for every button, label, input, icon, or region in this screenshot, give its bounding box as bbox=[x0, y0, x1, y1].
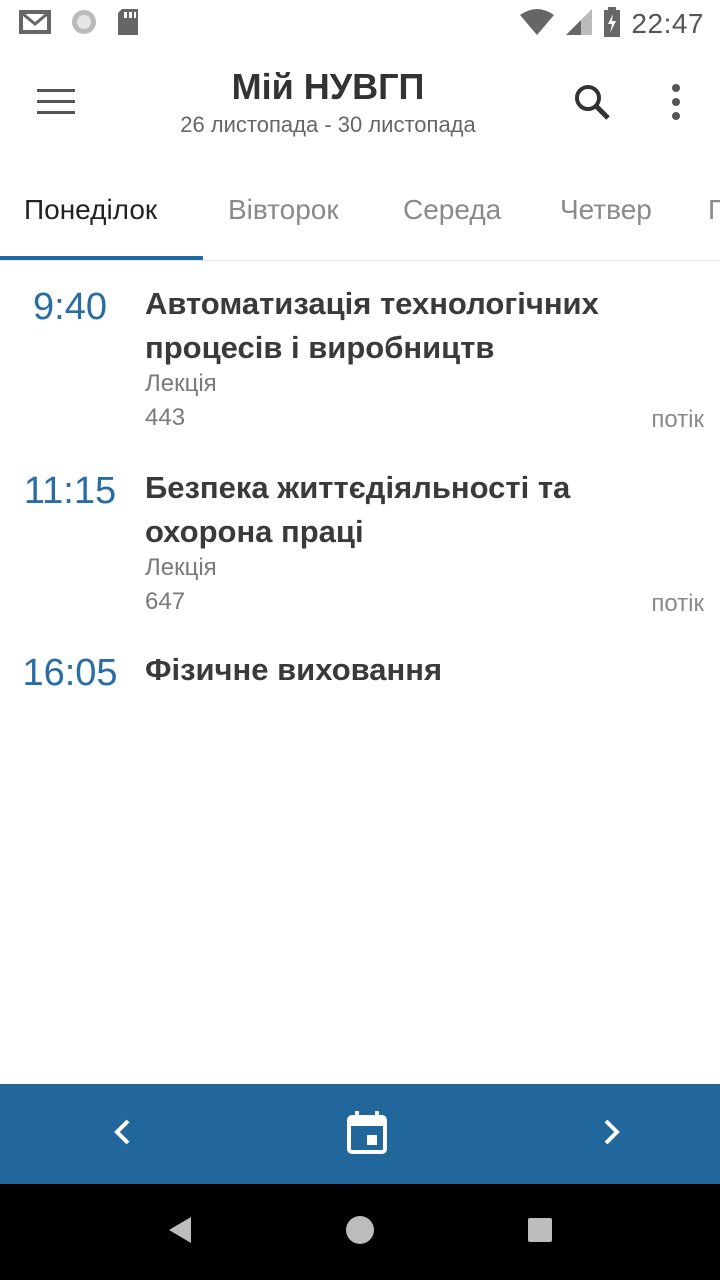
chevron-left-icon bbox=[110, 1117, 134, 1152]
tab-indicator bbox=[0, 256, 203, 260]
signal-icon bbox=[565, 8, 593, 41]
lesson-group: потік bbox=[651, 406, 704, 433]
lesson-time: 9:40 bbox=[33, 286, 107, 328]
status-bar: 22:47 bbox=[0, 0, 720, 48]
lesson-title: Безпека життєдіяльності та охорона праці bbox=[145, 470, 571, 549]
clock: 22:47 bbox=[631, 8, 704, 39]
sd-card-icon bbox=[116, 8, 140, 41]
title-block: Мій НУВГП 26 листопада - 30 листопада bbox=[100, 64, 556, 140]
gmail-icon bbox=[18, 9, 52, 40]
home-button[interactable] bbox=[336, 1208, 384, 1256]
chevron-right-icon bbox=[600, 1117, 624, 1152]
lesson-time: 11:15 bbox=[23, 470, 117, 512]
calendar-today-icon bbox=[346, 1110, 388, 1159]
menu-icon bbox=[37, 88, 75, 121]
date-range: 26 листопада - 30 листопада bbox=[180, 112, 476, 137]
battery-charging-icon bbox=[603, 6, 621, 42]
lesson-group: потік bbox=[651, 590, 704, 617]
home-circle-icon bbox=[345, 1215, 375, 1250]
back-triangle-icon bbox=[167, 1215, 193, 1250]
wifi-icon bbox=[519, 8, 555, 41]
back-button[interactable] bbox=[156, 1208, 204, 1256]
week-navigation-bar bbox=[0, 1084, 720, 1184]
next-week-button[interactable] bbox=[580, 1102, 644, 1166]
today-button[interactable] bbox=[335, 1102, 399, 1166]
more-vert-icon bbox=[671, 83, 681, 125]
lesson-title: Автоматизація технологічних процесів і в… bbox=[145, 286, 599, 365]
recents-square-icon bbox=[527, 1217, 553, 1248]
system-navigation-bar bbox=[0, 1184, 720, 1280]
lesson-type: Лекція bbox=[145, 554, 217, 581]
recents-button[interactable] bbox=[516, 1208, 564, 1256]
lesson-room: 443 bbox=[145, 404, 186, 431]
search-button[interactable] bbox=[560, 72, 624, 136]
previous-week-button[interactable] bbox=[90, 1102, 154, 1166]
more-options-button[interactable] bbox=[644, 72, 708, 136]
tab-tuesday[interactable]: Вівторок bbox=[228, 160, 339, 260]
tab-monday[interactable]: Понеділок bbox=[24, 160, 157, 260]
tab-friday[interactable]: П bbox=[708, 160, 720, 260]
lesson-type: Лекція bbox=[145, 370, 217, 397]
menu-button[interactable] bbox=[24, 72, 88, 136]
tab-wednesday[interactable]: Середа bbox=[403, 160, 501, 260]
tab-thursday[interactable]: Четвер bbox=[560, 160, 652, 260]
day-tabs: Понеділок Вівторок Середа Четвер П bbox=[0, 160, 720, 261]
page-title: Мій НУВГП bbox=[231, 66, 425, 107]
search-icon bbox=[573, 83, 611, 126]
lesson-room: 647 bbox=[145, 588, 186, 615]
lesson-title: Фізичне виховання bbox=[145, 652, 443, 687]
lesson-time: 16:05 bbox=[22, 652, 118, 694]
sync-icon bbox=[70, 8, 98, 41]
app-bar: Мій НУВГП 26 листопада - 30 листопада bbox=[0, 48, 720, 160]
